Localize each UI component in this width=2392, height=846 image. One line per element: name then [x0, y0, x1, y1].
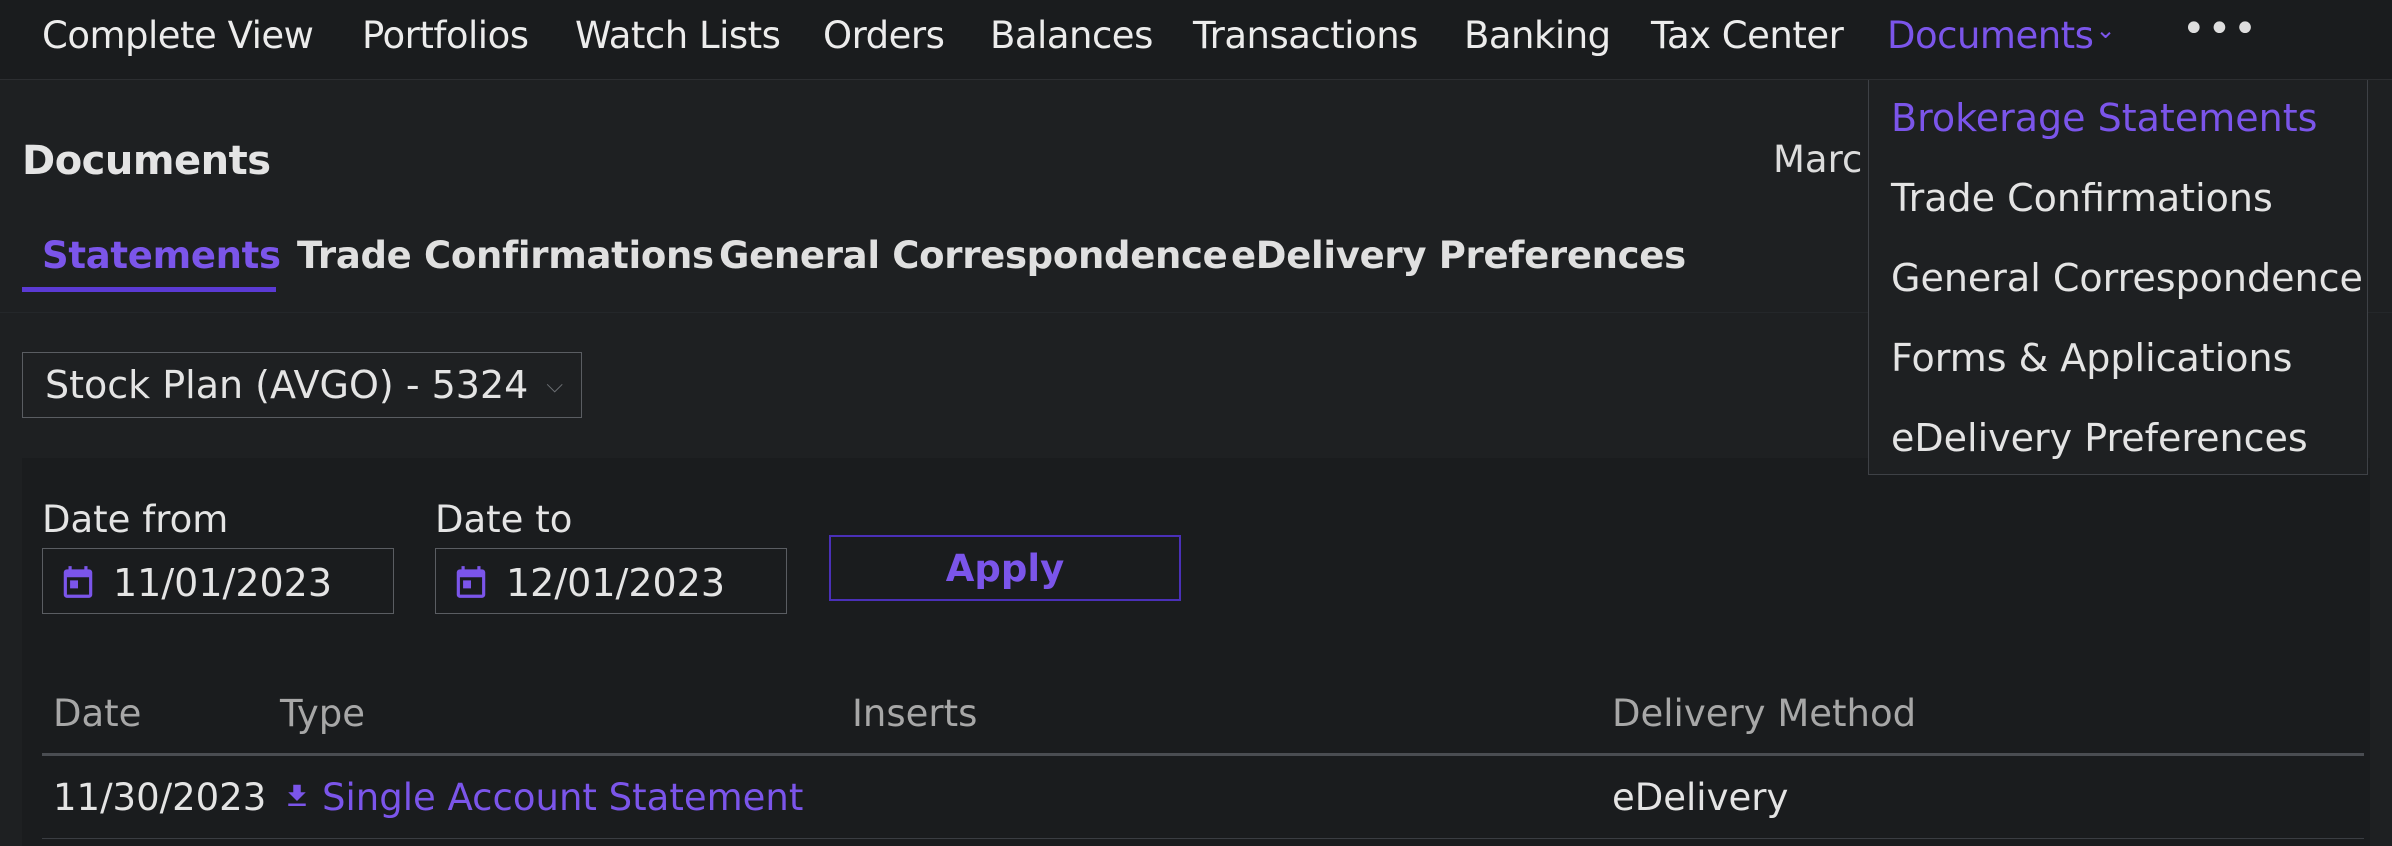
page-title: Documents: [22, 138, 271, 184]
more-menu-icon[interactable]: •••: [2182, 6, 2259, 52]
nav-orders[interactable]: Orders: [823, 14, 945, 57]
date-to-input[interactable]: 12/01/2023: [435, 548, 787, 614]
table-header-divider: [42, 753, 2364, 756]
nav-complete-view[interactable]: Complete View: [42, 14, 314, 57]
statement-download-link[interactable]: Single Account Statement: [282, 776, 803, 819]
active-tab-indicator: [22, 287, 276, 292]
row-type-label: Single Account Statement: [322, 776, 804, 819]
top-nav: Complete View Portfolios Watch Lists Ord…: [0, 0, 2392, 80]
nav-banking[interactable]: Banking: [1464, 14, 1611, 57]
date-from-input[interactable]: 11/01/2023: [42, 548, 394, 614]
nav-transactions[interactable]: Transactions: [1193, 14, 1418, 57]
row-divider: [42, 838, 2364, 839]
row-delivery-method: eDelivery: [1612, 776, 1789, 819]
download-icon: [288, 784, 306, 806]
apply-button[interactable]: Apply: [829, 535, 1181, 601]
chevron-down-icon: ⌵: [546, 373, 563, 398]
row-date: 11/30/2023: [53, 776, 267, 819]
column-header-type[interactable]: Type: [280, 692, 365, 735]
account-select-value: Stock Plan (AVGO) - 5324: [45, 363, 529, 407]
menu-item-general-correspondence[interactable]: General Correspondence: [1891, 256, 2363, 300]
tab-edelivery-preferences[interactable]: eDelivery Preferences: [1231, 234, 1686, 277]
nav-portfolios[interactable]: Portfolios: [362, 14, 529, 57]
column-header-date[interactable]: Date: [53, 692, 141, 735]
nav-balances[interactable]: Balances: [990, 14, 1153, 57]
column-header-inserts: Inserts: [852, 692, 978, 735]
chevron-down-icon: ⌄: [2095, 16, 2116, 44]
calendar-icon[interactable]: [59, 563, 97, 601]
tab-general-correspondence[interactable]: General Correspondence: [719, 234, 1228, 277]
column-header-delivery-method[interactable]: Delivery Method: [1612, 692, 1916, 735]
calendar-icon[interactable]: [452, 563, 490, 601]
menu-item-forms-applications[interactable]: Forms & Applications: [1891, 336, 2292, 380]
partially-hidden-text: Marc: [1773, 138, 1863, 181]
date-from-value: 11/01/2023: [113, 561, 333, 605]
nav-documents-label: Documents: [1887, 14, 2094, 57]
date-from-label: Date from: [42, 498, 229, 541]
menu-item-brokerage-statements[interactable]: Brokerage Statements: [1891, 96, 2317, 140]
nav-documents[interactable]: Documents⌄: [1887, 14, 2116, 57]
account-select[interactable]: Stock Plan (AVGO) - 5324 ⌵: [22, 352, 582, 418]
documents-dropdown-menu: Brokerage Statements Trade Confirmations…: [1868, 80, 2368, 475]
date-to-value: 12/01/2023: [506, 561, 726, 605]
date-to-label: Date to: [435, 498, 573, 541]
menu-item-trade-confirmations[interactable]: Trade Confirmations: [1891, 176, 2273, 220]
nav-watch-lists[interactable]: Watch Lists: [575, 14, 781, 57]
tab-statements[interactable]: Statements: [42, 234, 281, 277]
nav-tax-center[interactable]: Tax Center: [1651, 14, 1844, 57]
tab-trade-confirmations[interactable]: Trade Confirmations: [297, 234, 714, 277]
menu-item-edelivery-preferences[interactable]: eDelivery Preferences: [1891, 416, 2308, 460]
